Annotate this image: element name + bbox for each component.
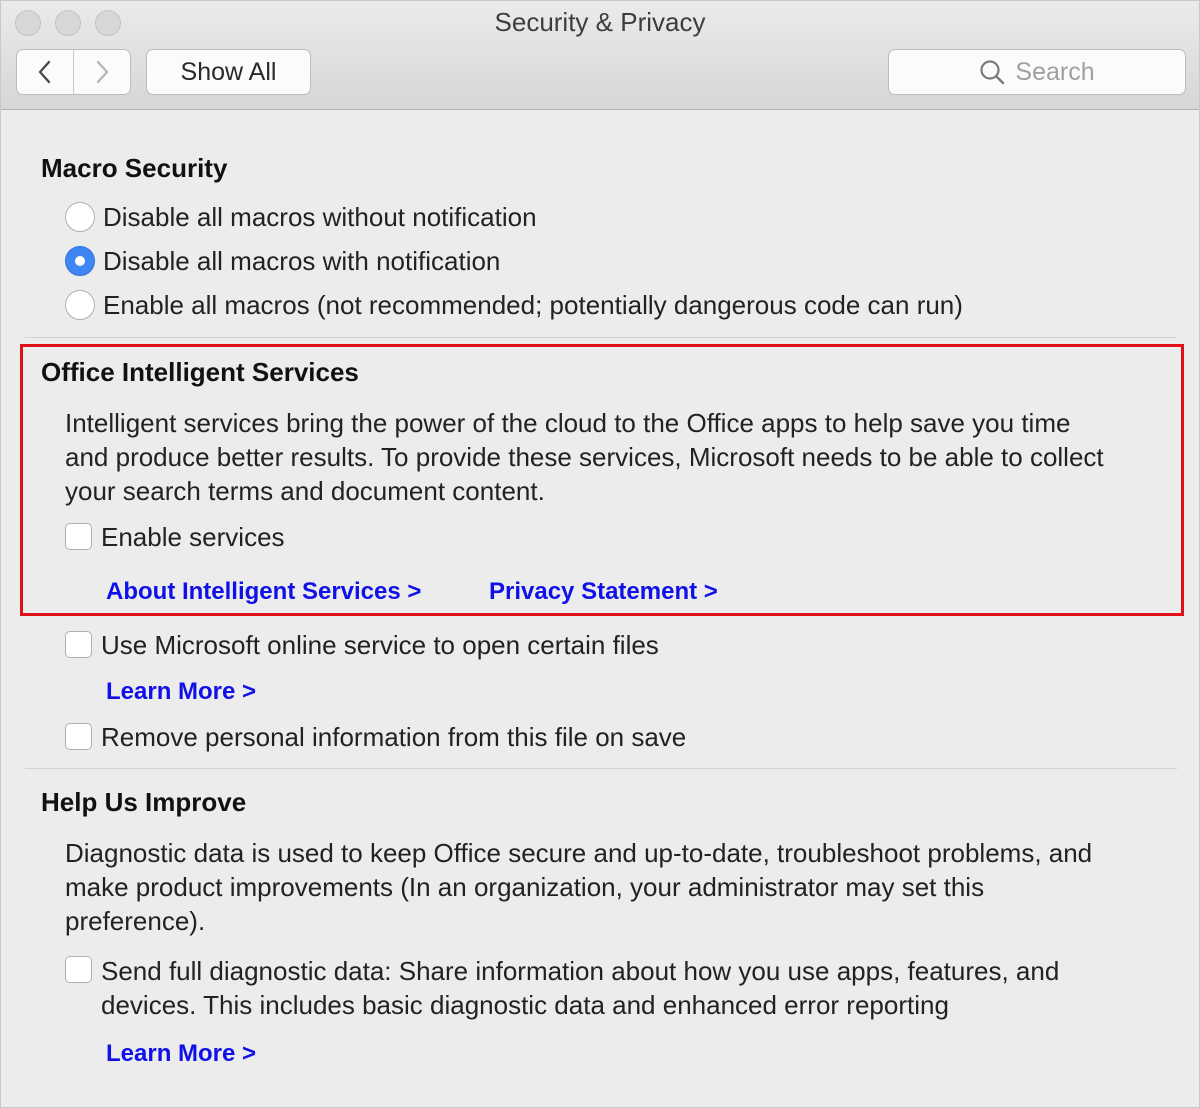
- preferences-window: Security & Privacy Show All Search Macro: [0, 0, 1200, 1108]
- macro-security-heading: Macro Security: [41, 153, 228, 183]
- back-button[interactable]: [17, 50, 73, 94]
- online-service-learn-more-link[interactable]: Learn More >: [106, 678, 256, 706]
- help-improve-description-line-1: Diagnostic data is used to keep Office s…: [65, 838, 1093, 868]
- online-service-checkbox[interactable]: [65, 631, 92, 658]
- radio-disable-with-notification[interactable]: [65, 246, 95, 276]
- send-diagnostic-data-label-line-1[interactable]: Send full diagnostic data: Share informa…: [101, 954, 1059, 988]
- section-divider: [25, 337, 1177, 338]
- intelligent-services-description-line-3: your search terms and document content.: [65, 476, 545, 506]
- window-title: Security & Privacy: [494, 7, 706, 37]
- forward-button[interactable]: [73, 50, 130, 94]
- search-icon: [980, 60, 1005, 85]
- enable-services-label[interactable]: Enable services: [101, 520, 285, 554]
- title-bar: Security & Privacy Show All Search: [1, 1, 1199, 110]
- intelligent-services-description-line-2: and produce better results. To provide t…: [65, 442, 1104, 472]
- send-diagnostic-data-checkbox[interactable]: [65, 956, 92, 983]
- online-service-label[interactable]: Use Microsoft online service to open cer…: [101, 628, 659, 662]
- remove-personal-info-checkbox[interactable]: [65, 723, 92, 750]
- help-improve-description-line-2: make product improvements (In an organiz…: [65, 872, 985, 902]
- help-us-improve-heading: Help Us Improve: [41, 787, 247, 817]
- enable-services-checkbox[interactable]: [65, 523, 92, 550]
- radio-disable-without-notification[interactable]: [65, 202, 95, 232]
- show-all-button[interactable]: Show All: [146, 49, 311, 95]
- intelligent-services-heading: Office Intelligent Services: [41, 357, 359, 387]
- search-placeholder: Search: [1015, 57, 1095, 86]
- radio-enable-all-macros[interactable]: [65, 290, 95, 320]
- send-diagnostic-data-label-line-2[interactable]: devices. This includes basic diagnostic …: [101, 988, 949, 1022]
- privacy-statement-link[interactable]: Privacy Statement >: [489, 578, 718, 606]
- intelligent-services-description-line-1: Intelligent services bring the power of …: [65, 408, 1071, 438]
- help-improve-description-line-3: preference).: [65, 906, 206, 936]
- navigation-buttons: [16, 49, 131, 95]
- radio-label-enable-all-macros[interactable]: Enable all macros (not recommended; pote…: [103, 288, 963, 322]
- remove-personal-info-label[interactable]: Remove personal information from this fi…: [101, 720, 686, 754]
- about-intelligent-services-link[interactable]: About Intelligent Services >: [106, 578, 421, 606]
- radio-label-disable-with-notification[interactable]: Disable all macros with notification: [103, 244, 500, 278]
- back-chevron-icon: [38, 60, 51, 84]
- search-field[interactable]: Search: [888, 49, 1186, 95]
- help-improve-learn-more-link[interactable]: Learn More >: [106, 1040, 256, 1068]
- forward-chevron-icon: [96, 60, 109, 84]
- radio-label-disable-without-notification[interactable]: Disable all macros without notification: [103, 200, 537, 234]
- section-divider: [25, 768, 1177, 769]
